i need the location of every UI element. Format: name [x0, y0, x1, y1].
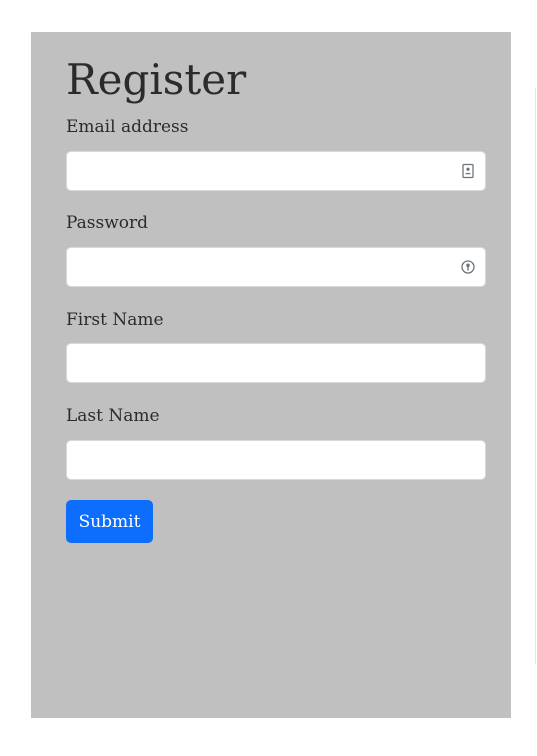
submit-button[interactable]: Submit — [66, 500, 153, 543]
first-name-label: First Name — [66, 310, 164, 330]
page-title: Register — [66, 55, 247, 104]
register-panel: Register Email address Password First Na… — [31, 32, 511, 718]
password-key-icon[interactable] — [460, 259, 476, 275]
last-name-label: Last Name — [66, 406, 160, 426]
email-field[interactable] — [66, 151, 486, 191]
password-label: Password — [66, 213, 149, 233]
first-name-field[interactable] — [66, 343, 486, 383]
password-field[interactable] — [66, 247, 486, 287]
email-label: Email address — [66, 117, 189, 137]
page-divider — [535, 88, 536, 664]
last-name-field[interactable] — [66, 440, 486, 480]
contact-card-icon[interactable] — [460, 163, 476, 179]
